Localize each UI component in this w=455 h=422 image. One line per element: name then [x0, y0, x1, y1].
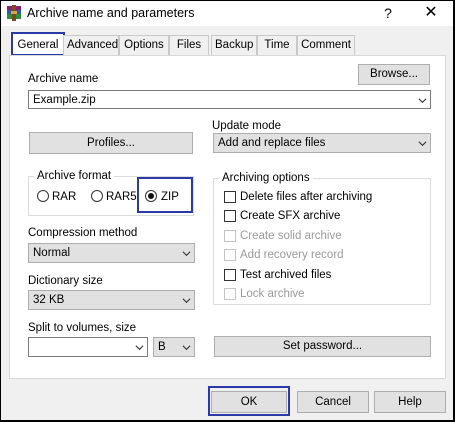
window-title: Archive name and parameters: [27, 6, 195, 20]
archive-format-label: Archive format: [34, 169, 115, 183]
update-mode-select[interactable]: Add and replace files: [213, 133, 431, 153]
dialog-window: Archive name and parameters ? ✕ General …: [1, 1, 453, 420]
close-icon[interactable]: ✕: [419, 3, 443, 23]
split-volumes-label: Split to volumes, size: [28, 322, 137, 334]
dictionary-size-value: 32 KB: [33, 294, 65, 306]
checkbox-recovery-record[interactable]: [224, 249, 236, 261]
radio-rar5-label[interactable]: RAR5: [106, 190, 137, 204]
ok-highlight-box: [208, 386, 290, 416]
archive-name-input[interactable]: Example.zip: [28, 90, 431, 109]
general-tab-panel: Archive name Browse... Example.zip Profi…: [9, 55, 446, 379]
profiles-button[interactable]: Profiles...: [29, 132, 193, 154]
compression-method-label: Compression method: [28, 227, 138, 239]
checkbox-delete-files[interactable]: [224, 191, 236, 203]
tab-general[interactable]: General: [11, 32, 65, 56]
browse-button[interactable]: Browse...: [358, 64, 430, 85]
chevron-down-icon[interactable]: [418, 139, 427, 148]
chevron-down-icon[interactable]: [182, 343, 191, 352]
cancel-button[interactable]: Cancel: [297, 391, 369, 413]
checkbox-create-sfx-label[interactable]: Create SFX archive: [240, 209, 340, 223]
tab-time[interactable]: Time: [257, 35, 297, 55]
tab-options[interactable]: Options: [119, 35, 169, 55]
checkbox-lock-archive-label[interactable]: Lock archive: [240, 287, 305, 301]
compression-method-select[interactable]: Normal: [28, 243, 195, 263]
checkbox-recovery-record-label[interactable]: Add recovery record: [240, 248, 344, 262]
chevron-down-icon[interactable]: [418, 96, 427, 105]
title-bar: Archive name and parameters ? ✕: [1, 1, 453, 26]
chevron-down-icon[interactable]: [182, 296, 191, 305]
update-mode-label: Update mode: [212, 120, 282, 132]
checkbox-test-archived-label[interactable]: Test archived files: [240, 268, 331, 282]
dictionary-size-label: Dictionary size: [28, 275, 103, 287]
archiving-options-label: Archiving options: [219, 171, 313, 185]
update-mode-value: Add and replace files: [218, 137, 326, 149]
split-volumes-input[interactable]: [28, 337, 148, 357]
split-unit-select[interactable]: B: [153, 337, 195, 357]
split-unit-value: B: [158, 341, 166, 353]
radio-rar5[interactable]: [91, 190, 103, 202]
chevron-down-icon[interactable]: [135, 343, 144, 352]
winrar-app-icon: [7, 5, 21, 21]
dictionary-size-select[interactable]: 32 KB: [28, 290, 195, 310]
checkbox-test-archived[interactable]: [224, 269, 236, 281]
archive-name-value: Example.zip: [33, 94, 96, 106]
radio-rar[interactable]: [37, 190, 49, 202]
help-button[interactable]: Help: [374, 391, 446, 413]
tab-backup[interactable]: Backup: [211, 35, 257, 55]
tab-advanced[interactable]: Advanced: [63, 35, 119, 55]
compression-method-value: Normal: [33, 247, 71, 259]
checkbox-delete-files-label[interactable]: Delete files after archiving: [240, 190, 372, 204]
tab-comment[interactable]: Comment: [297, 35, 355, 55]
checkbox-create-sfx[interactable]: [224, 210, 236, 222]
checkbox-create-solid-label[interactable]: Create solid archive: [240, 229, 342, 243]
help-title-button[interactable]: ?: [377, 3, 399, 23]
tab-files[interactable]: Files: [169, 35, 209, 55]
checkbox-create-solid[interactable]: [224, 230, 236, 242]
chevron-down-icon[interactable]: [182, 249, 191, 258]
zip-highlight-box: [137, 177, 193, 213]
radio-rar-label[interactable]: RAR: [52, 190, 76, 204]
checkbox-lock-archive[interactable]: [224, 288, 236, 300]
archive-name-label: Archive name: [28, 73, 99, 85]
set-password-button[interactable]: Set password...: [214, 336, 431, 357]
